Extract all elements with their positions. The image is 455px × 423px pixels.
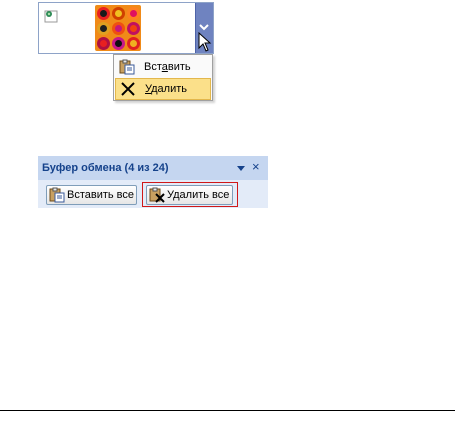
paste-icon [119, 59, 135, 75]
pane-header: Буфер обмена (4 из 24) × [38, 156, 268, 180]
triangle-down-icon[interactable] [237, 166, 245, 171]
menu-item-delete[interactable]: Удалить [115, 78, 211, 100]
delete-x-icon [120, 81, 136, 97]
menu-item-paste-label: Вставить [144, 60, 191, 73]
paste-all-button[interactable]: Вставить все [46, 185, 137, 205]
menu-item-delete-label: Удалить [145, 83, 188, 95]
clipboard-item[interactable] [38, 2, 214, 54]
pane-title: Буфер обмена (4 из 24) [42, 162, 169, 174]
page-divider [0, 410, 455, 411]
clear-all-label: Удалить все [167, 189, 230, 201]
paste-all-label: Вставить все [67, 189, 135, 201]
clear-all-button[interactable]: Удалить все [146, 185, 233, 205]
image-item-icon [43, 8, 59, 24]
menu-item-paste[interactable]: Вставить [115, 56, 211, 77]
paste-all-icon [49, 187, 65, 203]
clear-all-icon [149, 187, 165, 203]
item-context-menu: Вставить Удалить [113, 54, 213, 101]
image-thumbnail [95, 5, 141, 51]
mouse-cursor-icon [198, 31, 214, 54]
pane-toolbar: Вставить все Удалить все [38, 180, 268, 208]
close-icon[interactable]: × [252, 160, 260, 174]
clipboard-task-pane: Буфер обмена (4 из 24) × Вставить все Уд… [38, 156, 268, 208]
